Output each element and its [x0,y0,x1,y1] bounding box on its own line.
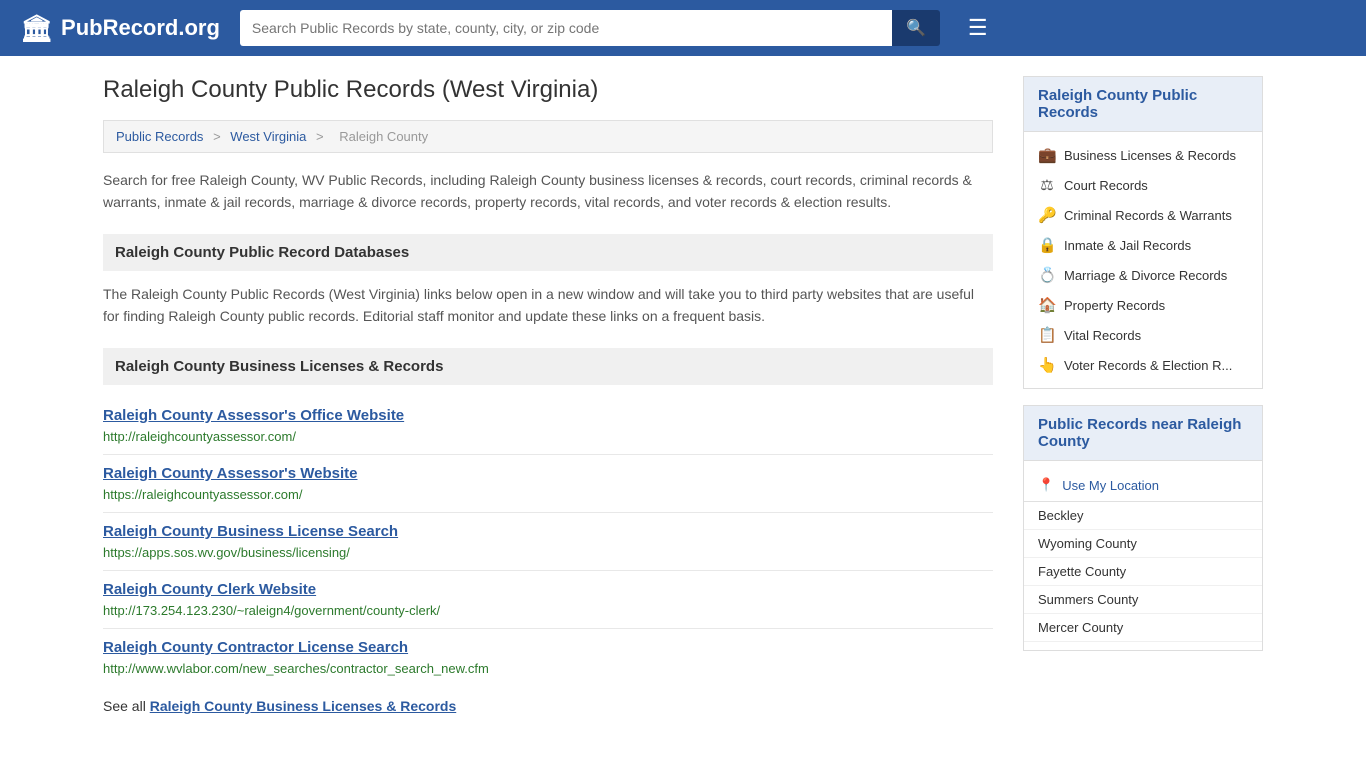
location-icon: 📍 [1038,477,1054,493]
sidebar-public-records-box: Raleigh County Public Records 💼 Business… [1023,76,1263,389]
search-button[interactable]: 🔍 [892,10,940,46]
databases-section-header: Raleigh County Public Record Databases [103,234,993,271]
finger-icon: 👆 [1038,356,1056,374]
page-title: Raleigh County Public Records (West Virg… [103,76,993,104]
use-location-button[interactable]: 📍 Use My Location [1024,469,1262,502]
sidebar: Raleigh County Public Records 💼 Business… [1023,76,1263,714]
see-all-text: See all Raleigh County Business Licenses… [103,698,993,714]
content-area: Raleigh County Public Records (West Virg… [103,76,993,714]
scales-icon: ⚖ [1038,176,1056,194]
sidebar-link-label-1: Court Records [1064,178,1148,193]
sidebar-link-label-5: Property Records [1064,298,1165,313]
breadcrumb-raleigh: Raleigh County [339,129,428,144]
record-url-1[interactable]: https://raleighcountyassessor.com/ [103,487,302,502]
record-entry: Raleigh County Assessor's Office Website… [103,397,993,455]
see-all-link[interactable]: Raleigh County Business Licenses & Recor… [150,698,457,714]
sidebar-link-criminal[interactable]: 🔑 Criminal Records & Warrants [1024,200,1262,230]
sidebar-near-box: Public Records near Raleigh County 📍 Use… [1023,405,1263,651]
sidebar-near-header: Public Records near Raleigh County [1024,406,1262,461]
record-entry: Raleigh County Contractor License Search… [103,629,993,686]
logo-text: PubRecord.org [61,15,220,41]
record-url-3[interactable]: http://173.254.123.230/~raleign4/governm… [103,603,440,618]
menu-button[interactable]: ☰ [968,15,988,41]
site-logo[interactable]: 🏛 PubRecord.org [20,13,220,44]
sidebar-link-voter[interactable]: 👆 Voter Records & Election R... [1024,350,1262,380]
sidebar-near-body: 📍 Use My Location Beckley Wyoming County… [1024,461,1262,650]
nearby-link-3[interactable]: Summers County [1024,586,1262,614]
records-list: Raleigh County Assessor's Office Website… [103,397,993,686]
record-url-2[interactable]: https://apps.sos.wv.gov/business/licensi… [103,545,350,560]
sidebar-link-label-2: Criminal Records & Warrants [1064,208,1232,223]
sidebar-link-label-7: Voter Records & Election R... [1064,358,1232,373]
sidebar-link-label-6: Vital Records [1064,328,1141,343]
record-title-3[interactable]: Raleigh County Clerk Website [103,581,993,598]
search-bar: 🔍 [240,10,940,46]
key-icon: 🔑 [1038,206,1056,224]
nearby-link-2[interactable]: Fayette County [1024,558,1262,586]
building-icon: 🏛 [20,13,53,44]
sidebar-public-records-header: Raleigh County Public Records [1024,77,1262,132]
nearby-link-0[interactable]: Beckley [1024,502,1262,530]
breadcrumb: Public Records > West Virginia > Raleigh… [103,120,993,153]
record-url-4[interactable]: http://www.wvlabor.com/new_searches/cont… [103,661,489,676]
record-url-0[interactable]: http://raleighcountyassessor.com/ [103,429,296,444]
nearby-link-4[interactable]: Mercer County [1024,614,1262,642]
record-entry: Raleigh County Business License Search h… [103,513,993,571]
page-description: Search for free Raleigh County, WV Publi… [103,169,993,214]
record-title-2[interactable]: Raleigh County Business License Search [103,523,993,540]
record-title-0[interactable]: Raleigh County Assessor's Office Website [103,407,993,424]
briefcase-icon: 💼 [1038,146,1056,164]
search-icon: 🔍 [906,20,926,37]
lock-icon: 🔒 [1038,236,1056,254]
house-icon: 🏠 [1038,296,1056,314]
record-title-1[interactable]: Raleigh County Assessor's Website [103,465,993,482]
menu-icon: ☰ [968,15,988,40]
record-entry: Raleigh County Assessor's Website https:… [103,455,993,513]
sidebar-link-court[interactable]: ⚖ Court Records [1024,170,1262,200]
breadcrumb-sep-2: > [316,129,327,144]
breadcrumb-west-virginia[interactable]: West Virginia [230,129,306,144]
record-entry: Raleigh County Clerk Website http://173.… [103,571,993,629]
databases-description: The Raleigh County Public Records (West … [103,283,993,328]
sidebar-link-business[interactable]: 💼 Business Licenses & Records [1024,140,1262,170]
clipboard-icon: 📋 [1038,326,1056,344]
sidebar-link-inmate[interactable]: 🔒 Inmate & Jail Records [1024,230,1262,260]
use-location-label: Use My Location [1062,478,1159,493]
ring-icon: 💍 [1038,266,1056,284]
site-header: 🏛 PubRecord.org 🔍 ☰ [0,0,1366,56]
sidebar-links-list: 💼 Business Licenses & Records ⚖ Court Re… [1024,132,1262,388]
sidebar-link-label-4: Marriage & Divorce Records [1064,268,1227,283]
record-title-4[interactable]: Raleigh County Contractor License Search [103,639,993,656]
sidebar-link-vital[interactable]: 📋 Vital Records [1024,320,1262,350]
breadcrumb-sep-1: > [213,129,224,144]
nearby-link-1[interactable]: Wyoming County [1024,530,1262,558]
main-container: Raleigh County Public Records (West Virg… [83,56,1283,734]
sidebar-link-label-0: Business Licenses & Records [1064,148,1236,163]
search-input[interactable] [240,10,892,46]
sidebar-link-marriage[interactable]: 💍 Marriage & Divorce Records [1024,260,1262,290]
business-section-header: Raleigh County Business Licenses & Recor… [103,348,993,385]
breadcrumb-public-records[interactable]: Public Records [116,129,203,144]
sidebar-link-property[interactable]: 🏠 Property Records [1024,290,1262,320]
sidebar-link-label-3: Inmate & Jail Records [1064,238,1191,253]
